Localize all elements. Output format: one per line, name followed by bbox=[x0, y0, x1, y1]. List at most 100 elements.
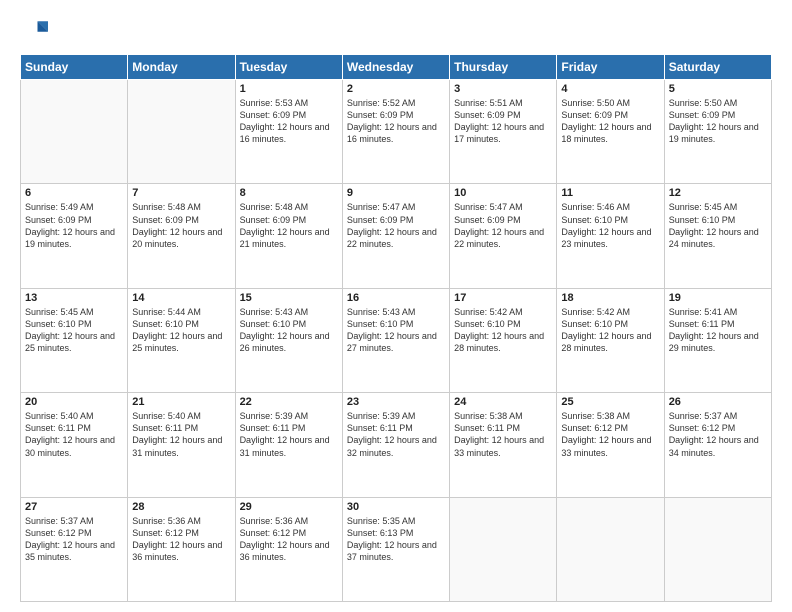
cell-info: Sunrise: 5:45 AM Sunset: 6:10 PM Dayligh… bbox=[669, 201, 767, 250]
day-number: 16 bbox=[347, 292, 445, 304]
cell-info: Sunrise: 5:35 AM Sunset: 6:13 PM Dayligh… bbox=[347, 515, 445, 564]
day-cell: 17Sunrise: 5:42 AM Sunset: 6:10 PM Dayli… bbox=[450, 288, 557, 392]
cell-info: Sunrise: 5:42 AM Sunset: 6:10 PM Dayligh… bbox=[561, 306, 659, 355]
cell-info: Sunrise: 5:39 AM Sunset: 6:11 PM Dayligh… bbox=[240, 410, 338, 459]
day-number: 10 bbox=[454, 187, 552, 199]
day-number: 8 bbox=[240, 187, 338, 199]
day-cell: 30 Sunrise: 5:35 AM Sunset: 6:13 PM Dayli… bbox=[342, 497, 449, 601]
day-cell: 15 Sunrise: 5:43 AM Sunset: 6:10 PM Dayli… bbox=[235, 288, 342, 392]
day-number: 20 bbox=[25, 396, 123, 408]
cell-info: Sunrise: 5:40 AM Sunset: 6:11 PM Dayligh… bbox=[25, 410, 123, 459]
day-number: 11 bbox=[561, 187, 659, 199]
cell-info: Sunrise: 5:47 AM Sunset: 6:09 PM Dayligh… bbox=[347, 201, 445, 250]
week-row-0: 1 Sunrise: 5:53 AM Sunset: 6:09 PM Daylig… bbox=[21, 80, 772, 184]
day-cell bbox=[450, 497, 557, 601]
day-cell bbox=[21, 80, 128, 184]
logo-icon bbox=[20, 16, 48, 44]
cell-info: Sunrise: 5:38 AM Sunset: 6:11 PM Dayligh… bbox=[454, 410, 552, 459]
weekday-sunday: Sunday bbox=[21, 55, 128, 80]
day-number: 23 bbox=[347, 396, 445, 408]
day-cell: 18 Sunrise: 5:42 AM Sunset: 6:10 PM Dayli… bbox=[557, 288, 664, 392]
day-cell: 19Sunrise: 5:41 AM Sunset: 6:11 PM Dayli… bbox=[664, 288, 771, 392]
day-number: 15 bbox=[240, 292, 338, 304]
day-cell: 21Sunrise: 5:40 AM Sunset: 6:11 PM Dayli… bbox=[128, 393, 235, 497]
day-number: 14 bbox=[132, 292, 230, 304]
day-cell: 26Sunrise: 5:37 AM Sunset: 6:12 PM Dayli… bbox=[664, 393, 771, 497]
page: SundayMondayTuesdayWednesdayThursdayFrid… bbox=[0, 0, 792, 612]
weekday-saturday: Saturday bbox=[664, 55, 771, 80]
cell-info: Sunrise: 5:43 AM Sunset: 6:10 PM Dayligh… bbox=[347, 306, 445, 355]
day-cell: 1 Sunrise: 5:53 AM Sunset: 6:09 PM Daylig… bbox=[235, 80, 342, 184]
weekday-friday: Friday bbox=[557, 55, 664, 80]
day-number: 27 bbox=[25, 501, 123, 513]
cell-info: Sunrise: 5:37 AM Sunset: 6:12 PM Dayligh… bbox=[25, 515, 123, 564]
cell-info: Sunrise: 5:44 AM Sunset: 6:10 PM Dayligh… bbox=[132, 306, 230, 355]
header bbox=[20, 16, 772, 44]
cell-info: Sunrise: 5:36 AM Sunset: 6:12 PM Dayligh… bbox=[240, 515, 338, 564]
day-number: 24 bbox=[454, 396, 552, 408]
day-number: 18 bbox=[561, 292, 659, 304]
day-cell: 14 Sunrise: 5:44 AM Sunset: 6:10 PM Dayli… bbox=[128, 288, 235, 392]
weekday-wednesday: Wednesday bbox=[342, 55, 449, 80]
weekday-tuesday: Tuesday bbox=[235, 55, 342, 80]
day-number: 21 bbox=[132, 396, 230, 408]
cell-info: Sunrise: 5:41 AM Sunset: 6:11 PM Dayligh… bbox=[669, 306, 767, 355]
day-cell bbox=[557, 497, 664, 601]
day-number: 30 bbox=[347, 501, 445, 513]
day-number: 22 bbox=[240, 396, 338, 408]
cell-info: Sunrise: 5:45 AM Sunset: 6:10 PM Dayligh… bbox=[25, 306, 123, 355]
day-cell: 29 Sunrise: 5:36 AM Sunset: 6:12 PM Dayli… bbox=[235, 497, 342, 601]
cell-info: Sunrise: 5:52 AM Sunset: 6:09 PM Dayligh… bbox=[347, 97, 445, 146]
day-cell: 13 Sunrise: 5:45 AM Sunset: 6:10 PM Dayli… bbox=[21, 288, 128, 392]
day-number: 13 bbox=[25, 292, 123, 304]
cell-info: Sunrise: 5:49 AM Sunset: 6:09 PM Dayligh… bbox=[25, 201, 123, 250]
day-number: 9 bbox=[347, 187, 445, 199]
day-cell: 5 Sunrise: 5:50 AM Sunset: 6:09 PM Daylig… bbox=[664, 80, 771, 184]
day-cell: 20 Sunrise: 5:40 AM Sunset: 6:11 PM Dayli… bbox=[21, 393, 128, 497]
day-number: 1 bbox=[240, 83, 338, 95]
day-cell: 3Sunrise: 5:51 AM Sunset: 6:09 PM Daylig… bbox=[450, 80, 557, 184]
day-number: 25 bbox=[561, 396, 659, 408]
day-cell bbox=[664, 497, 771, 601]
day-cell: 22 Sunrise: 5:39 AM Sunset: 6:11 PM Dayli… bbox=[235, 393, 342, 497]
day-number: 12 bbox=[669, 187, 767, 199]
cell-info: Sunrise: 5:46 AM Sunset: 6:10 PM Dayligh… bbox=[561, 201, 659, 250]
day-cell bbox=[128, 80, 235, 184]
day-number: 7 bbox=[132, 187, 230, 199]
cell-info: Sunrise: 5:43 AM Sunset: 6:10 PM Dayligh… bbox=[240, 306, 338, 355]
week-row-1: 6Sunrise: 5:49 AM Sunset: 6:09 PM Daylig… bbox=[21, 184, 772, 288]
day-cell: 12 Sunrise: 5:45 AM Sunset: 6:10 PM Dayli… bbox=[664, 184, 771, 288]
cell-info: Sunrise: 5:39 AM Sunset: 6:11 PM Dayligh… bbox=[347, 410, 445, 459]
cell-info: Sunrise: 5:47 AM Sunset: 6:09 PM Dayligh… bbox=[454, 201, 552, 250]
cell-info: Sunrise: 5:48 AM Sunset: 6:09 PM Dayligh… bbox=[132, 201, 230, 250]
day-cell: 11 Sunrise: 5:46 AM Sunset: 6:10 PM Dayli… bbox=[557, 184, 664, 288]
week-row-4: 27 Sunrise: 5:37 AM Sunset: 6:12 PM Dayli… bbox=[21, 497, 772, 601]
calendar: SundayMondayTuesdayWednesdayThursdayFrid… bbox=[20, 54, 772, 602]
day-number: 26 bbox=[669, 396, 767, 408]
day-cell: 24 Sunrise: 5:38 AM Sunset: 6:11 PM Dayli… bbox=[450, 393, 557, 497]
day-number: 2 bbox=[347, 83, 445, 95]
week-row-2: 13 Sunrise: 5:45 AM Sunset: 6:10 PM Dayli… bbox=[21, 288, 772, 392]
cell-info: Sunrise: 5:36 AM Sunset: 6:12 PM Dayligh… bbox=[132, 515, 230, 564]
day-cell: 9 Sunrise: 5:47 AM Sunset: 6:09 PM Daylig… bbox=[342, 184, 449, 288]
cell-info: Sunrise: 5:53 AM Sunset: 6:09 PM Dayligh… bbox=[240, 97, 338, 146]
cell-info: Sunrise: 5:42 AM Sunset: 6:10 PM Dayligh… bbox=[454, 306, 552, 355]
weekday-thursday: Thursday bbox=[450, 55, 557, 80]
day-cell: 16 Sunrise: 5:43 AM Sunset: 6:10 PM Dayli… bbox=[342, 288, 449, 392]
day-cell: 27 Sunrise: 5:37 AM Sunset: 6:12 PM Dayli… bbox=[21, 497, 128, 601]
day-number: 29 bbox=[240, 501, 338, 513]
day-cell: 28Sunrise: 5:36 AM Sunset: 6:12 PM Dayli… bbox=[128, 497, 235, 601]
day-number: 5 bbox=[669, 83, 767, 95]
weekday-monday: Monday bbox=[128, 55, 235, 80]
day-cell: 4 Sunrise: 5:50 AM Sunset: 6:09 PM Daylig… bbox=[557, 80, 664, 184]
cell-info: Sunrise: 5:50 AM Sunset: 6:09 PM Dayligh… bbox=[669, 97, 767, 146]
cell-info: Sunrise: 5:48 AM Sunset: 6:09 PM Dayligh… bbox=[240, 201, 338, 250]
cell-info: Sunrise: 5:38 AM Sunset: 6:12 PM Dayligh… bbox=[561, 410, 659, 459]
cell-info: Sunrise: 5:50 AM Sunset: 6:09 PM Dayligh… bbox=[561, 97, 659, 146]
day-number: 4 bbox=[561, 83, 659, 95]
day-cell: 25 Sunrise: 5:38 AM Sunset: 6:12 PM Dayli… bbox=[557, 393, 664, 497]
day-cell: 23 Sunrise: 5:39 AM Sunset: 6:11 PM Dayli… bbox=[342, 393, 449, 497]
day-cell: 2 Sunrise: 5:52 AM Sunset: 6:09 PM Daylig… bbox=[342, 80, 449, 184]
week-row-3: 20 Sunrise: 5:40 AM Sunset: 6:11 PM Dayli… bbox=[21, 393, 772, 497]
logo bbox=[20, 16, 52, 44]
